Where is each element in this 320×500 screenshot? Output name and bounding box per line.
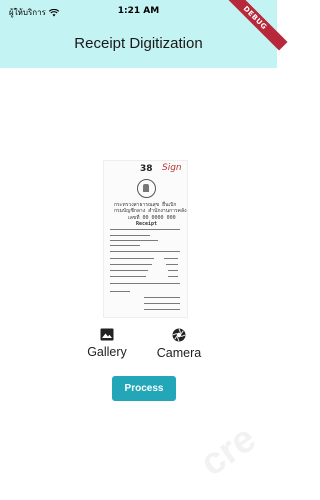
watermark: cre [192, 417, 264, 485]
camera-button[interactable]: Camera [150, 328, 208, 360]
receipt-divider [110, 276, 146, 277]
receipt-divider [110, 258, 154, 259]
receipt-divider [110, 283, 180, 284]
receipt-divider [168, 270, 178, 271]
receipt-divider [110, 291, 130, 292]
receipt-divider [166, 264, 178, 265]
gallery-label: Gallery [87, 345, 127, 359]
receipt-divider [110, 245, 140, 246]
receipt-line: Receipt [136, 221, 158, 227]
camera-shutter-icon [172, 328, 186, 342]
process-button[interactable]: Process [112, 376, 176, 401]
app-bar: Receipt Digitization [0, 22, 277, 68]
receipt-divider [144, 309, 180, 310]
receipt-divider [110, 240, 158, 241]
receipt-divider [144, 303, 180, 304]
receipt-number: 38 [140, 164, 153, 174]
receipt-signature: Sign [162, 163, 182, 173]
receipt-image-preview: 38 Sign กระทรวงสาธารณสุข ยื่นเบิก กรมบัญ… [103, 160, 188, 318]
camera-label: Camera [156, 346, 202, 360]
receipt-seal-icon [137, 179, 156, 198]
receipt-divider [110, 235, 150, 236]
gallery-button[interactable]: Gallery [82, 328, 132, 359]
receipt-divider [164, 258, 178, 259]
receipt-divider [168, 276, 178, 277]
receipt-divider [110, 251, 180, 252]
page-title: Receipt Digitization [74, 35, 203, 52]
receipt-divider [144, 297, 180, 298]
receipt-divider [110, 264, 152, 265]
image-icon [100, 328, 114, 341]
receipt-divider [110, 270, 148, 271]
receipt-divider [110, 229, 180, 230]
